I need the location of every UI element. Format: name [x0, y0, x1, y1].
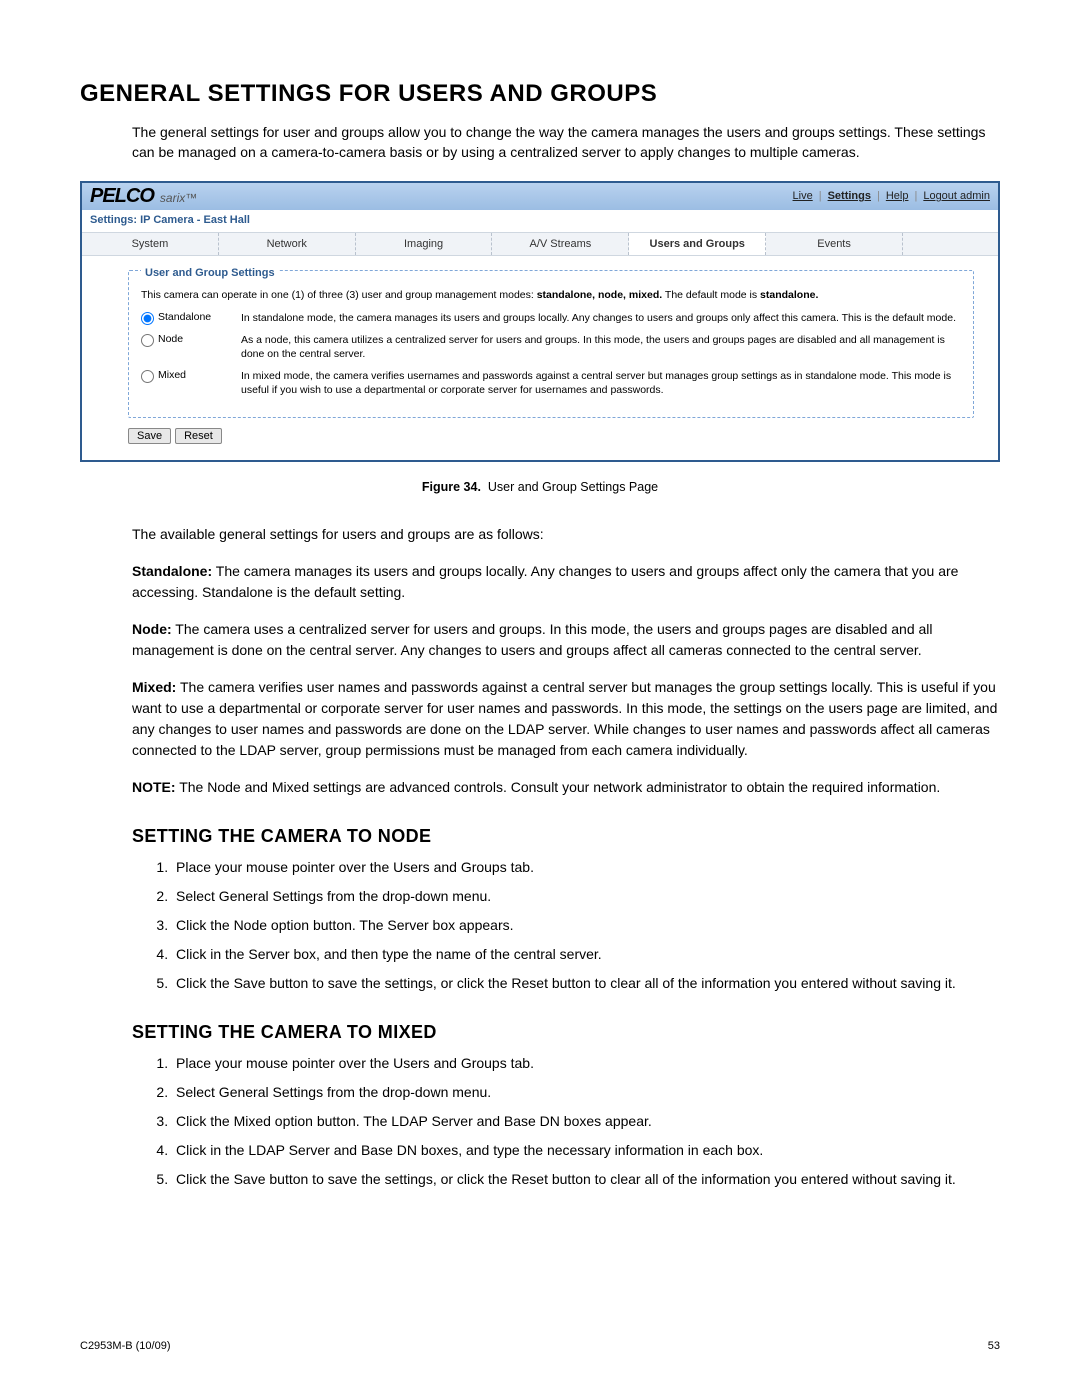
- link-live[interactable]: Live: [793, 190, 813, 202]
- radio-label-mixed: Mixed: [158, 369, 186, 381]
- pelco-logo: PELCO sarix™: [90, 185, 197, 208]
- save-button[interactable]: Save: [128, 428, 171, 444]
- tab-users-groups[interactable]: Users and Groups: [629, 233, 766, 255]
- tab-av-streams[interactable]: A/V Streams: [492, 233, 629, 255]
- desc-node: As a node, this camera utilizes a centra…: [241, 333, 961, 361]
- list-item: Select General Settings from the drop-do…: [172, 886, 1000, 907]
- mode-intro: This camera can operate in one (1) of th…: [141, 289, 961, 301]
- desc-mixed: In mixed mode, the camera verifies usern…: [241, 369, 961, 397]
- link-settings[interactable]: Settings: [828, 190, 871, 202]
- steps-mixed: Place your mouse pointer over the Users …: [80, 1053, 1000, 1190]
- footer-left: C2953M-B (10/09): [80, 1340, 171, 1352]
- radio-label-node: Node: [158, 333, 183, 345]
- list-item: Click the Save button to save the settin…: [172, 973, 1000, 994]
- figure-caption: Figure 34. User and Group Settings Page: [80, 480, 1000, 494]
- settings-screenshot: PELCO sarix™ Live| Settings| Help| Logou…: [80, 181, 1000, 463]
- radio-node[interactable]: [141, 334, 154, 347]
- link-logout[interactable]: Logout admin: [923, 190, 990, 202]
- list-item: Place your mouse pointer over the Users …: [172, 857, 1000, 878]
- tab-spacer: [903, 233, 998, 255]
- radio-mixed[interactable]: [141, 370, 154, 383]
- list-item: Click the Node option button. The Server…: [172, 915, 1000, 936]
- para-available: The available general settings for users…: [80, 524, 1000, 545]
- intro-paragraph: The general settings for user and groups…: [80, 122, 1000, 163]
- list-item: Click in the LDAP Server and Base DN box…: [172, 1140, 1000, 1161]
- tab-bar: System Network Imaging A/V Streams Users…: [82, 232, 998, 256]
- def-mixed: Mixed: The camera verifies user names an…: [80, 677, 1000, 761]
- fieldset-legend: User and Group Settings: [141, 267, 279, 279]
- def-node: Node: The camera uses a centralized serv…: [80, 619, 1000, 661]
- list-item: Click in the Server box, and then type t…: [172, 944, 1000, 965]
- link-help[interactable]: Help: [886, 190, 909, 202]
- radio-label-standalone: Standalone: [158, 311, 211, 323]
- tab-system[interactable]: System: [82, 233, 219, 255]
- list-item: Place your mouse pointer over the Users …: [172, 1053, 1000, 1074]
- breadcrumb: Settings: IP Camera - East Hall: [82, 210, 998, 232]
- note: NOTE: The Node and Mixed settings are ad…: [80, 777, 1000, 798]
- steps-node: Place your mouse pointer over the Users …: [80, 857, 1000, 994]
- footer-right: 53: [988, 1340, 1000, 1352]
- reset-button[interactable]: Reset: [175, 428, 222, 444]
- heading-node: SETTING THE CAMERA TO NODE: [80, 826, 1000, 847]
- tab-events[interactable]: Events: [766, 233, 903, 255]
- heading-mixed: SETTING THE CAMERA TO MIXED: [80, 1022, 1000, 1043]
- def-standalone: Standalone: The camera manages its users…: [80, 561, 1000, 603]
- page-title: GENERAL SETTINGS FOR USERS AND GROUPS: [80, 80, 1000, 108]
- list-item: Click the Save button to save the settin…: [172, 1169, 1000, 1190]
- user-group-fieldset: User and Group Settings This camera can …: [128, 270, 974, 419]
- list-item: Select General Settings from the drop-do…: [172, 1082, 1000, 1103]
- tab-network[interactable]: Network: [219, 233, 356, 255]
- radio-standalone[interactable]: [141, 312, 154, 325]
- list-item: Click the Mixed option button. The LDAP …: [172, 1111, 1000, 1132]
- header-links: Live| Settings| Help| Logout admin: [793, 190, 990, 202]
- tab-imaging[interactable]: Imaging: [356, 233, 493, 255]
- desc-standalone: In standalone mode, the camera manages i…: [241, 311, 961, 325]
